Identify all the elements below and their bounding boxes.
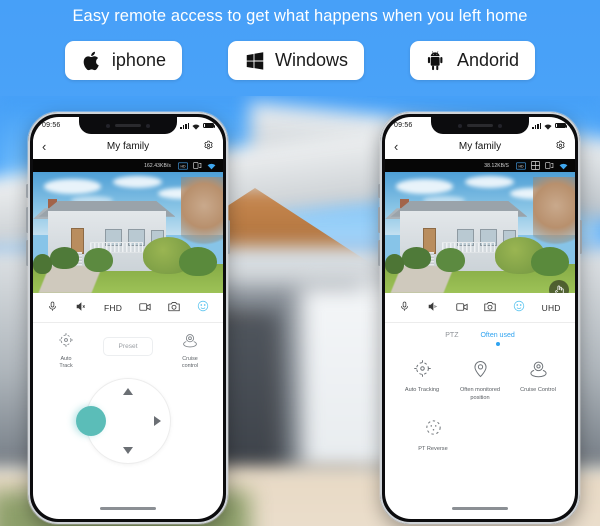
bitrate-label: 38.12KB/S	[484, 162, 509, 169]
nav-bar: ‹ My family	[33, 134, 223, 159]
phone-left: 09:56 ‹ My family 162.43KB/s HD FHD Auto…	[26, 112, 230, 524]
function-label: Auto Tracking	[404, 387, 440, 393]
svg-text:HD: HD	[518, 164, 524, 168]
svg-text:HD: HD	[180, 164, 186, 168]
joystick-knob[interactable]	[76, 405, 106, 436]
phone-left-screen: 09:56 ‹ My family 162.43KB/s HD FHD Auto…	[33, 117, 223, 519]
smiley-icon[interactable]	[197, 299, 209, 317]
status-bar: 09:56	[385, 117, 575, 134]
function-label: Cruise control	[181, 356, 199, 370]
function-pt-reverse[interactable]: PT Reverse	[407, 418, 459, 454]
tree	[181, 176, 223, 250]
live-video-feed[interactable]	[33, 172, 223, 293]
touch-hand-icon	[549, 280, 569, 293]
battery-icon	[203, 122, 215, 129]
mic-icon[interactable]	[399, 299, 410, 317]
platform-button-windows[interactable]: Windows	[227, 41, 365, 80]
nav-bar: ‹ My family	[385, 134, 575, 159]
page-title: Easy remote access to get what happens w…	[72, 7, 528, 25]
speaker-mute-icon[interactable]	[75, 299, 87, 317]
ptz-joystick[interactable]	[76, 377, 171, 464]
function-label: PT Reverse	[418, 446, 448, 453]
function-often-monitored-position[interactable]: Often monitored position	[454, 359, 506, 402]
dpad-down-icon[interactable]	[123, 446, 133, 454]
status-bar: 09:56	[33, 117, 223, 134]
function-grid-row-2: PT Reverse	[385, 402, 575, 454]
video-info-bar: 38.12KB/S HD	[385, 159, 575, 172]
screen-title: My family	[458, 141, 502, 152]
phone-mute-switch[interactable]	[378, 184, 381, 198]
status-time: 09:56	[42, 122, 61, 129]
platform-label: iphone	[111, 50, 166, 70]
function-label: Often monitored position	[459, 387, 501, 401]
speaker-icon[interactable]	[427, 299, 439, 317]
phone-right-screen: 09:56 ‹ My family 38.12KB/S HD UHD PTZ O…	[385, 117, 575, 519]
wifi-icon	[192, 117, 200, 135]
ptz-function-row: Auto Track Preset Cruise control	[33, 323, 223, 371]
dpad-up-icon[interactable]	[123, 387, 133, 395]
phone-right: 09:56 ‹ My family 38.12KB/S HD UHD PTZ O…	[378, 112, 582, 524]
phone-mute-switch[interactable]	[26, 184, 29, 198]
live-video-feed[interactable]	[385, 172, 575, 293]
phone-volume-down-button[interactable]	[378, 240, 381, 266]
mode-tab-row: PTZ Often used	[385, 323, 575, 347]
tab-often-used[interactable]: Often used	[480, 332, 514, 339]
phone-power-button[interactable]	[227, 220, 230, 254]
status-time: 09:56	[394, 122, 413, 129]
video-toolbar: FHD	[33, 293, 223, 323]
gear-icon[interactable]	[555, 138, 566, 156]
windows-icon	[244, 50, 266, 72]
tab-ptz[interactable]: PTZ	[445, 332, 458, 339]
home-indicator	[100, 507, 156, 510]
tree	[533, 176, 575, 250]
signal-icon	[532, 122, 541, 129]
battery-icon	[555, 122, 567, 129]
function-cruise-control[interactable]: Cruise control	[170, 332, 210, 371]
video-info-bar: 162.43KB/s HD	[33, 159, 223, 172]
function-auto-track[interactable]: Auto Track	[46, 332, 86, 371]
signal-icon	[180, 122, 189, 129]
platform-label: Windows	[274, 50, 349, 70]
video-toolbar: UHD	[385, 293, 575, 323]
function-label: Auto Track	[59, 356, 73, 370]
function-auto-tracking[interactable]: Auto Tracking	[396, 359, 448, 402]
mic-icon[interactable]	[47, 299, 58, 317]
camera-icon[interactable]	[168, 299, 180, 317]
smiley-icon[interactable]	[513, 299, 525, 317]
phone-power-button[interactable]	[579, 220, 582, 254]
quality-label[interactable]: FHD	[104, 303, 122, 313]
dpad-container	[33, 377, 223, 464]
bitrate-label: 162.43KB/s	[144, 162, 171, 169]
android-icon	[426, 50, 448, 72]
wifi-icon	[544, 117, 552, 135]
preset-button[interactable]: Preset	[103, 337, 153, 356]
record-icon[interactable]	[139, 299, 151, 317]
phone-volume-up-button[interactable]	[26, 207, 29, 233]
home-indicator	[452, 507, 508, 510]
quality-label[interactable]: UHD	[542, 303, 561, 313]
screen-title: My family	[106, 141, 150, 152]
apple-icon	[81, 50, 103, 72]
function-grid-row-1: Auto Tracking Often monitored position C…	[385, 347, 575, 402]
platform-button-android[interactable]: Andorid	[410, 41, 536, 80]
platform-button-iphone[interactable]: iphone	[64, 41, 182, 80]
function-cruise-control[interactable]: Cruise Control	[512, 359, 564, 402]
record-icon[interactable]	[455, 299, 468, 317]
function-label: Cruise Control	[520, 387, 556, 393]
platform-label: Andorid	[457, 50, 520, 70]
phone-volume-down-button[interactable]	[26, 240, 29, 266]
gear-icon[interactable]	[203, 138, 214, 156]
camera-icon[interactable]	[484, 299, 496, 317]
dpad-right-icon[interactable]	[154, 415, 161, 426]
phone-volume-up-button[interactable]	[378, 207, 381, 233]
platform-pill-row: iphone Windows Andorid	[0, 41, 600, 80]
